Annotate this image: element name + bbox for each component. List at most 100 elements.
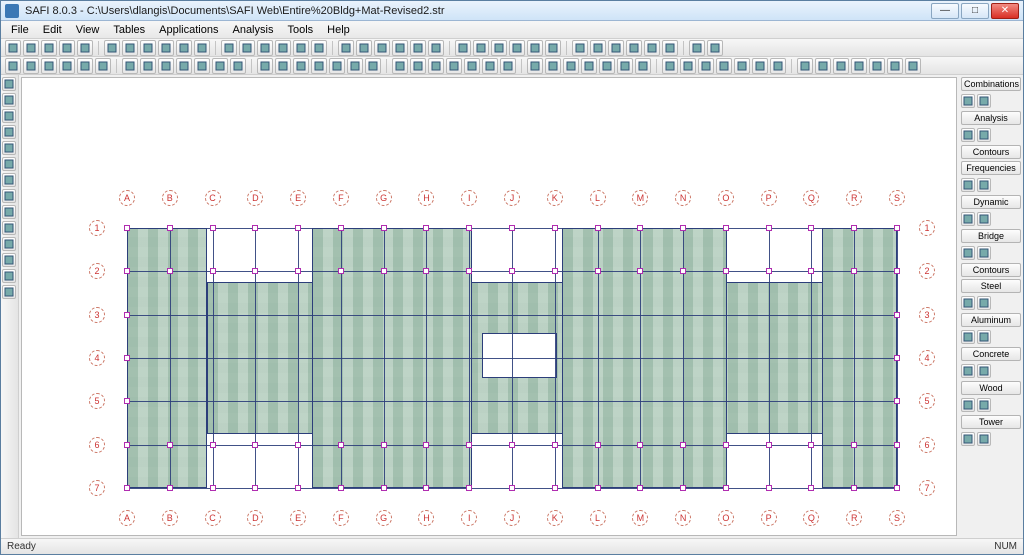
toolbar2-btn-37[interactable] — [716, 58, 732, 74]
node-R7[interactable] — [851, 485, 857, 491]
node-J7[interactable] — [509, 485, 515, 491]
node-L2[interactable] — [595, 268, 601, 274]
toolbar1-btn-23[interactable] — [455, 40, 471, 56]
toolbar2-btn-26[interactable] — [500, 58, 516, 74]
toolbar1-btn-19[interactable] — [374, 40, 390, 56]
toolbar1-btn-34[interactable] — [662, 40, 678, 56]
node-K6[interactable] — [552, 442, 558, 448]
toolbar2-btn-28[interactable] — [545, 58, 561, 74]
toolbar2-btn-16[interactable] — [311, 58, 327, 74]
toolbar2-btn-20[interactable] — [392, 58, 408, 74]
node-K1[interactable] — [552, 225, 558, 231]
toolbar2-btn-39[interactable] — [752, 58, 768, 74]
node-B6[interactable] — [167, 442, 173, 448]
left-tool-13[interactable] — [2, 285, 16, 299]
toolbar2-btn-23[interactable] — [446, 58, 462, 74]
toolbar2-btn-35[interactable] — [680, 58, 696, 74]
node-A6[interactable] — [124, 442, 130, 448]
node-D2[interactable] — [252, 268, 258, 274]
panel-wood-icon-1[interactable] — [977, 398, 991, 412]
node-N2[interactable] — [680, 268, 686, 274]
node-G6[interactable] — [381, 442, 387, 448]
node-D7[interactable] — [252, 485, 258, 491]
toolbar1-btn-29[interactable] — [572, 40, 588, 56]
node-S3[interactable] — [894, 312, 900, 318]
node-B7[interactable] — [167, 485, 173, 491]
node-H1[interactable] — [423, 225, 429, 231]
toolbar2-btn-47[interactable] — [905, 58, 921, 74]
node-Q2[interactable] — [808, 268, 814, 274]
panel-wood-icon-0[interactable] — [961, 398, 975, 412]
node-J6[interactable] — [509, 442, 515, 448]
panel-combinations-0[interactable]: Combinations — [961, 77, 1021, 91]
toolbar2-btn-25[interactable] — [482, 58, 498, 74]
left-tool-7[interactable] — [2, 189, 16, 203]
left-tool-6[interactable] — [2, 173, 16, 187]
node-C7[interactable] — [210, 485, 216, 491]
left-tool-11[interactable] — [2, 253, 16, 267]
node-F7[interactable] — [338, 485, 344, 491]
toolbar2-btn-11[interactable] — [212, 58, 228, 74]
node-A2[interactable] — [124, 268, 130, 274]
toolbar2-btn-1[interactable] — [23, 58, 39, 74]
toolbar1-btn-24[interactable] — [473, 40, 489, 56]
menu-help[interactable]: Help — [321, 23, 356, 37]
node-Q1[interactable] — [808, 225, 814, 231]
node-H2[interactable] — [423, 268, 429, 274]
toolbar2-btn-36[interactable] — [698, 58, 714, 74]
menu-applications[interactable]: Applications — [153, 23, 224, 37]
toolbar1-btn-11[interactable] — [221, 40, 237, 56]
toolbar2-btn-45[interactable] — [869, 58, 885, 74]
node-S7[interactable] — [894, 485, 900, 491]
node-R1[interactable] — [851, 225, 857, 231]
panel-steel-7[interactable]: Steel — [961, 279, 1021, 293]
toolbar2-btn-33[interactable] — [635, 58, 651, 74]
panel-concrete-9[interactable]: Concrete — [961, 347, 1021, 361]
toolbar2-btn-7[interactable] — [140, 58, 156, 74]
node-A4[interactable] — [124, 355, 130, 361]
toolbar2-btn-24[interactable] — [464, 58, 480, 74]
node-Q6[interactable] — [808, 442, 814, 448]
node-G7[interactable] — [381, 485, 387, 491]
node-J1[interactable] — [509, 225, 515, 231]
toolbar1-btn-30[interactable] — [590, 40, 606, 56]
node-M7[interactable] — [637, 485, 643, 491]
node-R2[interactable] — [851, 268, 857, 274]
panel-tower-icon-0[interactable] — [961, 432, 975, 446]
menu-edit[interactable]: Edit — [37, 23, 68, 37]
panel-contours-2[interactable]: Contours — [961, 145, 1021, 159]
toolbar1-btn-9[interactable] — [176, 40, 192, 56]
left-tool-12[interactable] — [2, 269, 16, 283]
toolbar2-btn-30[interactable] — [581, 58, 597, 74]
left-tool-10[interactable] — [2, 237, 16, 251]
panel-combinations-icon-1[interactable] — [977, 94, 991, 108]
toolbar1-btn-4[interactable] — [77, 40, 93, 56]
toolbar2-btn-18[interactable] — [347, 58, 363, 74]
panel-frequencies-icon-1[interactable] — [977, 178, 991, 192]
node-E1[interactable] — [295, 225, 301, 231]
panel-concrete-icon-0[interactable] — [961, 364, 975, 378]
toolbar1-btn-22[interactable] — [428, 40, 444, 56]
toolbar2-btn-31[interactable] — [599, 58, 615, 74]
toolbar1-btn-25[interactable] — [491, 40, 507, 56]
node-S4[interactable] — [894, 355, 900, 361]
node-N7[interactable] — [680, 485, 686, 491]
toolbar2-btn-44[interactable] — [851, 58, 867, 74]
menu-tables[interactable]: Tables — [107, 23, 151, 37]
panel-analysis-icon-1[interactable] — [977, 128, 991, 142]
panel-tower-11[interactable]: Tower — [961, 415, 1021, 429]
node-G2[interactable] — [381, 268, 387, 274]
node-A3[interactable] — [124, 312, 130, 318]
toolbar2-btn-27[interactable] — [527, 58, 543, 74]
toolbar2-btn-32[interactable] — [617, 58, 633, 74]
toolbar1-btn-0[interactable] — [5, 40, 21, 56]
node-H6[interactable] — [423, 442, 429, 448]
node-P6[interactable] — [766, 442, 772, 448]
toolbar2-btn-13[interactable] — [257, 58, 273, 74]
toolbar2-btn-38[interactable] — [734, 58, 750, 74]
node-J2[interactable] — [509, 268, 515, 274]
node-L1[interactable] — [595, 225, 601, 231]
node-C2[interactable] — [210, 268, 216, 274]
node-O2[interactable] — [723, 268, 729, 274]
node-A5[interactable] — [124, 398, 130, 404]
